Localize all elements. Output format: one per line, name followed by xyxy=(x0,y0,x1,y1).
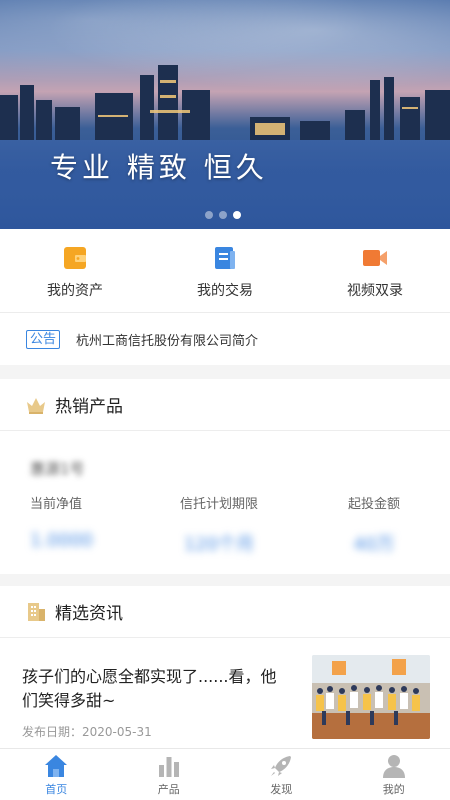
tab-home[interactable]: 首页 xyxy=(0,749,113,800)
my-transactions-button[interactable]: 我的交易 xyxy=(150,229,300,312)
metric-label: 当前净值 xyxy=(30,497,83,512)
tab-mine-label: 我的 xyxy=(382,783,405,796)
tab-home-label: 首页 xyxy=(45,783,68,796)
news-thumbnail[interactable] xyxy=(312,655,430,739)
metric-value: 120个月 xyxy=(183,534,255,555)
carousel-dot[interactable] xyxy=(219,211,227,219)
carousel-dot-active[interactable] xyxy=(233,211,241,219)
product-name: 惠源1号 xyxy=(30,460,85,478)
bar-chart-icon xyxy=(158,757,179,777)
my-assets-label: 我的资产 xyxy=(47,283,103,299)
news-header: 精选资讯 xyxy=(0,586,450,638)
tab-discover-label: 发现 xyxy=(270,783,293,796)
metric-min-investment: 起投金额 40万 xyxy=(348,493,400,556)
hot-products-title: 热销产品 xyxy=(55,397,123,417)
banner-slogan: 专业 精致 恒久 xyxy=(50,151,268,184)
carousel-indicator xyxy=(205,211,241,219)
tab-products-label: 产品 xyxy=(157,783,180,796)
video-recording-button[interactable]: 视频双录 xyxy=(300,229,450,312)
tab-products[interactable]: 产品 xyxy=(113,749,226,800)
section-divider xyxy=(0,365,450,379)
group-photo-image xyxy=(312,655,430,739)
metric-label: 起投金额 xyxy=(348,497,401,512)
announcement-text[interactable]: 杭州工商信托股份有限公司简介 xyxy=(76,330,258,349)
quick-menu: 我的资产 我的交易 视频双录 xyxy=(0,229,450,313)
product-card[interactable]: 惠源1号 当前净值 1.0000 信托计划期限 120个月 起投金额 40万 xyxy=(0,431,450,574)
document-icon xyxy=(215,247,235,269)
news-item-date: 发布日期：2020-05-31 xyxy=(22,725,152,739)
my-assets-button[interactable]: 我的资产 xyxy=(0,229,150,312)
tab-mine[interactable]: 我的 xyxy=(338,749,450,800)
tab-discover[interactable]: 发现 xyxy=(225,749,338,800)
section-divider xyxy=(0,574,450,586)
metric-net-value: 当前净值 1.0000 xyxy=(30,493,93,551)
metric-value: 1.0000 xyxy=(30,530,93,551)
rocket-icon xyxy=(271,756,292,776)
home-icon xyxy=(45,755,68,777)
hot-products-header: 热销产品 xyxy=(0,379,450,431)
carousel-dot[interactable] xyxy=(205,211,213,219)
crown-icon xyxy=(27,397,45,414)
metric-label: 信托计划期限 xyxy=(180,497,259,512)
bottom-tab-bar: 首页 产品 发现 我的 xyxy=(0,748,450,800)
video-recording-label: 视频双录 xyxy=(347,283,403,299)
announcement-tag: 公告 xyxy=(26,329,61,349)
news-item-title[interactable]: 孩子们的心愿全都实现了......看，他们笑得多甜~ xyxy=(22,665,292,713)
building-icon xyxy=(28,602,45,621)
announcement-bar[interactable]: 公告 杭州工商信托股份有限公司简介 xyxy=(0,313,450,365)
video-camera-icon xyxy=(363,250,387,266)
metric-value: 40万 xyxy=(353,534,395,555)
news-item[interactable]: 孩子们的心愿全都实现了......看，他们笑得多甜~ 发布日期：2020-05-… xyxy=(0,638,450,748)
banner-carousel[interactable]: 专业 精致 恒久 xyxy=(0,0,450,229)
metric-term: 信托计划期限 120个月 xyxy=(180,493,258,556)
user-icon xyxy=(382,755,405,778)
news-title: 精选资讯 xyxy=(55,604,123,624)
my-transactions-label: 我的交易 xyxy=(197,283,253,299)
wallet-icon xyxy=(64,247,86,269)
